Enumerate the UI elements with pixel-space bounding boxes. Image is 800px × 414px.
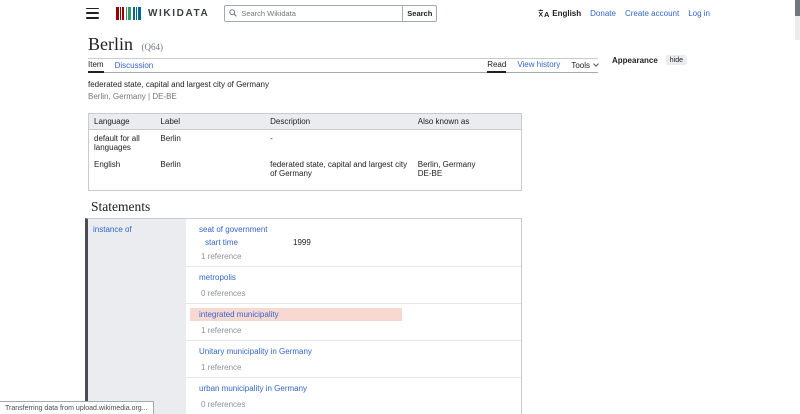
references-toggle[interactable]: 0 references xyxy=(186,289,521,298)
scrollbar-thumb[interactable] xyxy=(795,0,800,16)
cell-label: Berlin xyxy=(160,160,181,169)
tab-read[interactable]: Read xyxy=(487,60,507,73)
language-selector[interactable]: A English xyxy=(538,9,581,18)
value-link[interactable]: metropolis xyxy=(199,273,236,282)
entity-aliases: Berlin, Germany | DE-BE xyxy=(88,92,177,101)
language-label: English xyxy=(552,8,582,18)
qualifier-property-link[interactable]: start time xyxy=(205,238,293,247)
cell-description: federated state, capital and largest cit… xyxy=(270,160,408,178)
qualifier-value: 1999 xyxy=(293,238,311,247)
value-link[interactable]: integrated municipality xyxy=(199,310,279,319)
cell-label: Berlin xyxy=(160,134,181,143)
search-button[interactable]: Search xyxy=(403,4,438,22)
statement: seat of government start time 1999 1 ref… xyxy=(186,219,521,267)
term-table-row: default for all languages Berlin - xyxy=(89,130,522,157)
cell-language: English xyxy=(94,160,121,169)
references-toggle[interactable]: 1 reference xyxy=(186,363,521,372)
tab-bar: Item Discussion Read View history Tools xyxy=(88,59,599,73)
statements-heading: Statements xyxy=(91,199,151,214)
wikidata-logo-bars xyxy=(116,6,141,20)
statement-highlighted: integrated municipality 1 reference xyxy=(186,304,521,341)
column-header-also-known-as: Also known as xyxy=(412,113,522,130)
statement: urban municipality in Germany 0 referenc… xyxy=(186,378,521,414)
chevron-down-icon xyxy=(593,61,599,67)
appearance-panel: Appearance hide xyxy=(612,55,688,65)
wikidata-logo-text: WIKIDATA xyxy=(148,7,210,19)
entity-description: federated state, capital and largest cit… xyxy=(88,80,269,89)
references-toggle[interactable]: 0 references xyxy=(186,400,521,409)
language-icon: A xyxy=(538,8,549,18)
column-header-label: Label xyxy=(155,113,266,130)
tab-tools[interactable]: Tools xyxy=(571,60,599,72)
title-row: Berlin (Q64) xyxy=(88,26,598,55)
alias-line: DE-BE xyxy=(417,169,443,178)
create-account-link[interactable]: Create account xyxy=(625,9,679,18)
appearance-label: Appearance xyxy=(612,55,658,65)
tab-discussion[interactable]: Discussion xyxy=(115,61,154,72)
top-bar-right: A English Donate Create account Log in xyxy=(538,9,710,18)
statement: Unitary municipality in Germany 1 refere… xyxy=(186,341,521,378)
statement-value-row: integrated municipality xyxy=(190,308,402,321)
wikidata-page: WIKIDATA Search A Engl xyxy=(0,0,800,414)
search-icon xyxy=(229,9,238,17)
tab-tools-label: Tools xyxy=(571,60,590,70)
value-link[interactable]: seat of government xyxy=(199,225,267,234)
statement-values-column: seat of government start time 1999 1 ref… xyxy=(186,219,521,414)
references-toggle[interactable]: 1 reference xyxy=(186,326,521,335)
term-table-row: English Berlin federated state, capital … xyxy=(89,156,522,191)
statement-property-cell: instance of xyxy=(88,219,186,414)
tab-view-history[interactable]: View history xyxy=(517,60,560,72)
search-box: Search xyxy=(224,4,438,22)
statement-value-row: metropolis xyxy=(186,271,521,284)
value-link[interactable]: Unitary municipality in Germany xyxy=(199,347,312,356)
svg-text:A: A xyxy=(544,10,549,18)
statements-group: instance of seat of government start tim… xyxy=(85,218,522,414)
qualifier-row: start time 1999 xyxy=(186,238,521,247)
wikidata-logo[interactable]: WIKIDATA xyxy=(116,6,210,20)
references-toggle[interactable]: 1 reference xyxy=(186,252,521,261)
statement-value-row: urban municipality in Germany xyxy=(186,382,521,395)
browser-status-bar: Transferring data from upload.wikimedia.… xyxy=(0,401,154,414)
term-table: Language Label Description Also known as… xyxy=(88,113,522,191)
search-input[interactable] xyxy=(241,8,399,18)
top-bar: WIKIDATA Search A Engl xyxy=(0,0,800,26)
statement-value-row: Unitary municipality in Germany xyxy=(186,345,521,358)
tab-item[interactable]: Item xyxy=(88,60,104,73)
statement: metropolis 0 references xyxy=(186,267,521,304)
appearance-hide-button[interactable]: hide xyxy=(665,55,688,65)
cell-also-known-as: Berlin, Germany DE-BE xyxy=(413,156,522,191)
hamburger-menu-icon[interactable] xyxy=(86,7,99,19)
column-header-description: Description xyxy=(265,113,413,130)
alias-line: Berlin, Germany xyxy=(417,160,476,169)
term-table-header-row: Language Label Description Also known as xyxy=(88,113,522,130)
cell-language: default for all languages xyxy=(94,134,140,152)
cell-also-known-as xyxy=(413,130,522,157)
property-link-instance-of[interactable]: instance of xyxy=(93,225,132,234)
tab-bar-right: Read View history Tools xyxy=(487,60,599,73)
donate-link[interactable]: Donate xyxy=(590,9,616,18)
column-header-language: Language xyxy=(88,113,156,130)
cell-description: - xyxy=(270,134,273,143)
value-link[interactable]: urban municipality in Germany xyxy=(199,384,307,393)
content-column: Berlin (Q64) Item Discussion Read View h… xyxy=(88,26,599,101)
statement-value-row: seat of government xyxy=(186,223,521,236)
login-link[interactable]: Log in xyxy=(688,9,710,18)
page-title: Berlin xyxy=(88,34,133,54)
search-input-wrap xyxy=(224,4,404,22)
entity-id: (Q64) xyxy=(141,42,163,52)
